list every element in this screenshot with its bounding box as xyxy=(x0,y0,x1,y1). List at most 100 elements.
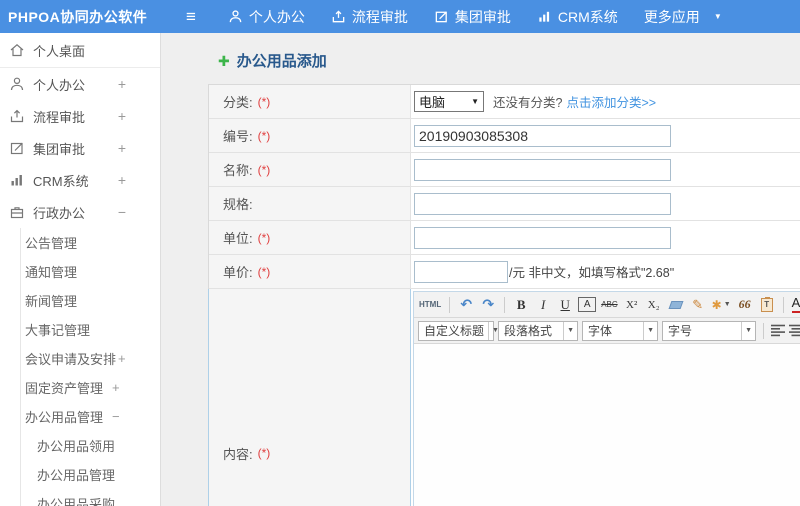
hamburger-menu-icon[interactable]: ≡ xyxy=(186,8,196,25)
nav-item-workflow-approval[interactable]: 流程审批 xyxy=(331,7,408,27)
superscript-button[interactable]: X² xyxy=(623,295,641,315)
expand-icon[interactable]: + xyxy=(118,76,126,92)
sidebar-item-supplies-purchase[interactable]: 办公用品采购 xyxy=(21,489,160,506)
toolbar-separator xyxy=(449,296,451,313)
unit-label: 单位: (*) xyxy=(209,221,411,254)
sidebar-item-memorabilia-mgmt[interactable]: 大事记管理 xyxy=(21,315,160,344)
spec-input[interactable] xyxy=(414,192,671,215)
name-input[interactable] xyxy=(414,158,671,181)
no-category-hint: 还没有分类? xyxy=(493,96,563,110)
sidebar-item-supplies-requisition[interactable]: 办公用品领用 xyxy=(21,431,160,460)
price-input[interactable] xyxy=(414,260,508,283)
font-style-button[interactable]: A xyxy=(578,297,597,312)
format-painter-button[interactable]: ✱ ▼ xyxy=(711,295,732,315)
sidebar: 个人桌面 个人办公 + 流程审批 + 集团审批 + CRM系统 + 行政办公 −… xyxy=(0,33,161,506)
editor-toolbar-row1: HTML ↶ ↷ B I U A ABC X² X₂ ✎ ✱ ▼ 66 T A xyxy=(414,292,800,318)
name-label: 名称: (*) xyxy=(209,153,411,186)
phpoa-app: { "navbar": { "logo": "PHPOA协同办公软件", "it… xyxy=(0,0,800,506)
html-source-button[interactable]: HTML xyxy=(418,295,442,315)
caret-down-icon: ▼ xyxy=(643,321,657,340)
editor-content-area[interactable] xyxy=(414,344,800,506)
top-navbar: PHPOA协同办公软件 ≡ 个人办公 流程审批 集团审批 CRM系统 更多应用 … xyxy=(0,0,800,33)
sidebar-item-personal-desktop[interactable]: 个人桌面 xyxy=(0,33,160,68)
add-category-link[interactable]: 点击添加分类>> xyxy=(566,92,656,111)
main-content: ✚ 办公用品添加 分类: (*) 电脑 ▼ 还没有分类? 点击添加分类>> 编号… xyxy=(161,33,800,506)
form-row-content: 内容: (*) HTML ↶ ↷ B I U A ABC X² X₂ ✎ ✱ ▼… xyxy=(208,289,800,506)
add-icon: ✚ xyxy=(218,52,230,69)
blockquote-button[interactable]: 66 xyxy=(736,295,754,315)
sidebar-item-news-mgmt[interactable]: 新闻管理 xyxy=(21,286,160,315)
expand-icon[interactable]: + xyxy=(118,351,126,366)
subscript-button[interactable]: X₂ xyxy=(645,295,663,315)
align-center-button[interactable] xyxy=(789,324,800,337)
sidebar-item-fixed-assets-mgmt[interactable]: 固定资产管理 + xyxy=(21,373,160,402)
form-row-code: 编号: (*) xyxy=(209,119,800,153)
supplies-add-form: 分类: (*) 电脑 ▼ 还没有分类? 点击添加分类>> 编号: (*) 201… xyxy=(208,84,800,506)
sidebar-item-office-supplies-mgmt[interactable]: 办公用品管理 − xyxy=(21,402,160,431)
align-left-button[interactable] xyxy=(771,324,785,337)
required-mark: (*) xyxy=(257,446,271,460)
code-input[interactable] xyxy=(414,124,671,147)
sidebar-item-crm[interactable]: CRM系统 + xyxy=(0,164,160,196)
strikethrough-button[interactable]: ABC xyxy=(600,295,618,315)
expand-icon[interactable]: + xyxy=(118,172,126,188)
sidebar-item-notice-mgmt[interactable]: 通知管理 xyxy=(21,257,160,286)
nav-item-crm[interactable]: CRM系统 xyxy=(537,7,618,27)
toolbar-separator xyxy=(782,296,784,313)
required-mark: (*) xyxy=(257,94,271,109)
category-label: 分类: (*) xyxy=(209,85,411,118)
collapse-icon[interactable]: − xyxy=(118,204,126,220)
price-format-note: /元 非中文，如填写格式"2.68" xyxy=(509,266,675,280)
font-family-select[interactable]: 字体 ▼ xyxy=(582,320,658,341)
clear-format-button[interactable]: ✎ xyxy=(689,295,707,315)
font-size-select[interactable]: 字号 ▼ xyxy=(662,320,756,341)
caret-down-icon: ▼ xyxy=(471,97,479,106)
caret-down-icon: ▼ xyxy=(563,321,577,340)
sidebar-item-workflow-approval[interactable]: 流程审批 + xyxy=(0,100,160,132)
undo-button[interactable]: ↶ xyxy=(457,295,475,315)
app-logo: PHPOA协同办公软件 xyxy=(8,8,148,25)
sidebar-item-meeting-request[interactable]: 会议申请及安排 + xyxy=(21,344,160,373)
price-label: 单价: (*) xyxy=(209,255,411,288)
sidebar-item-announcement-mgmt[interactable]: 公告管理 xyxy=(21,228,160,257)
redo-button[interactable]: ↷ xyxy=(479,295,497,315)
nav-item-more-apps[interactable]: 更多应用 ▼ xyxy=(644,7,722,27)
expand-icon[interactable]: + xyxy=(112,380,120,395)
bold-button[interactable]: B xyxy=(512,295,530,315)
upload-icon xyxy=(9,108,25,124)
form-row-spec: 规格: xyxy=(209,187,800,221)
eraser-button[interactable] xyxy=(667,295,685,315)
toolbar-separator xyxy=(763,322,764,339)
nav-item-group-approval[interactable]: 集团审批 xyxy=(434,7,511,27)
required-mark: (*) xyxy=(257,128,271,143)
required-mark: (*) xyxy=(257,230,271,245)
form-row-name: 名称: (*) xyxy=(209,153,800,187)
expand-icon[interactable]: + xyxy=(118,108,126,124)
collapse-icon[interactable]: − xyxy=(112,409,120,424)
paragraph-format-select[interactable]: 段落格式 ▼ xyxy=(498,320,578,341)
page-title-text: 办公用品添加 xyxy=(236,53,327,70)
sidebar-item-supplies-manage[interactable]: 办公用品管理 xyxy=(21,460,160,489)
required-mark: (*) xyxy=(257,264,271,279)
category-select[interactable]: 电脑 ▼ xyxy=(414,91,484,112)
editor-toolbar-row2: 自定义标题▼ 段落格式▼ 字体▼ 字号▼ ∞ xyxy=(414,318,800,344)
upload-icon xyxy=(331,9,346,24)
code-label: 编号: (*) xyxy=(209,119,411,152)
sidebar-item-admin-office[interactable]: 行政办公 − xyxy=(0,196,160,228)
form-row-category: 分类: (*) 电脑 ▼ 还没有分类? 点击添加分类>> xyxy=(209,85,800,119)
unit-input[interactable] xyxy=(414,226,671,249)
font-color-button[interactable]: A▼ xyxy=(791,295,800,315)
required-mark: (*) xyxy=(257,162,271,177)
expand-icon[interactable]: + xyxy=(118,140,126,156)
paste-button[interactable]: T xyxy=(758,295,776,315)
person-icon xyxy=(228,9,243,24)
sidebar-item-personal-office[interactable]: 个人办公 + xyxy=(0,68,160,100)
nav-item-personal-office[interactable]: 个人办公 xyxy=(228,7,305,27)
chart-icon xyxy=(537,9,552,24)
custom-heading-select[interactable]: 自定义标题 ▼ xyxy=(418,320,499,341)
underline-button[interactable]: U xyxy=(556,295,574,315)
form-row-price: 单价: (*) /元 非中文，如填写格式"2.68" xyxy=(209,255,800,289)
italic-button[interactable]: I xyxy=(534,295,552,315)
sidebar-item-group-approval[interactable]: 集团审批 + xyxy=(0,132,160,164)
caret-down-icon: ▼ xyxy=(723,301,731,308)
